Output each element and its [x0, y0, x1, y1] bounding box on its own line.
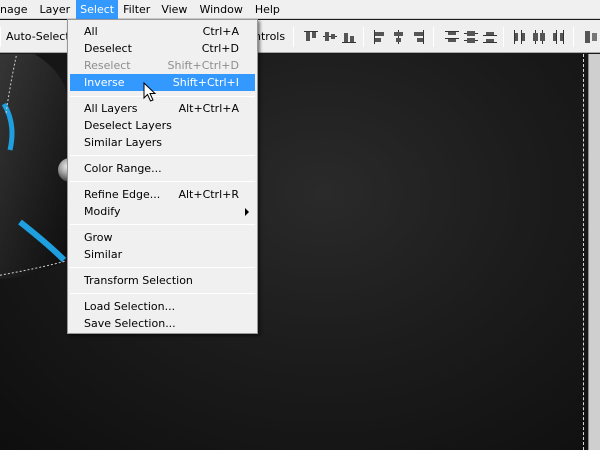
- distribute-right-edges-icon[interactable]: [550, 29, 566, 45]
- options-divider: [503, 27, 504, 47]
- align-left-edges-icon[interactable]: [372, 29, 388, 45]
- menu-item-shortcut: Shift+Ctrl+D: [167, 59, 239, 72]
- menu-item-label: Reselect: [84, 59, 131, 72]
- show-transform-controls-label: ntrols: [254, 30, 286, 43]
- menu-layer[interactable]: Layer: [31, 0, 76, 19]
- menu-window[interactable]: Window: [193, 0, 248, 19]
- mouse-cursor-icon: [143, 82, 157, 102]
- menu-select[interactable]: Select: [76, 0, 119, 19]
- menu-separator: [70, 96, 255, 97]
- menu-item-shortcut: Ctrl+A: [202, 25, 239, 38]
- options-divider: [433, 27, 434, 47]
- menu-separator: [70, 224, 255, 225]
- menu-item-label: Refine Edge...: [84, 188, 161, 201]
- distribute-bottom-edges-icon[interactable]: [482, 29, 498, 45]
- menu-item-all[interactable]: All Ctrl+A: [70, 23, 255, 40]
- selection-marquee: [583, 54, 584, 450]
- menu-item-label: All: [84, 25, 98, 38]
- menu-item-inverse[interactable]: Inverse Shift+Ctrl+I: [70, 74, 255, 91]
- menu-item-transform-selection[interactable]: Transform Selection: [70, 272, 255, 289]
- distribute-horizontal-centers-icon[interactable]: [531, 29, 547, 45]
- menu-item-label: Transform Selection: [84, 274, 193, 287]
- menu-item-shortcut: Alt+Ctrl+R: [178, 188, 239, 201]
- menu-item-all-layers[interactable]: All Layers Alt+Ctrl+A: [70, 100, 255, 117]
- options-divider: [293, 27, 294, 47]
- menu-image[interactable]: nage: [0, 0, 31, 19]
- menu-help[interactable]: Help: [249, 0, 286, 19]
- menu-item-label: Deselect: [84, 42, 132, 55]
- canvas-scrollbar[interactable]: [588, 54, 600, 450]
- menu-item-label: Save Selection...: [84, 317, 176, 330]
- menu-item-grow[interactable]: Grow: [70, 229, 255, 246]
- menu-item-label: Similar Layers: [84, 136, 163, 149]
- select-menu-dropdown: All Ctrl+A Deselect Ctrl+D Reselect Shif…: [67, 19, 258, 334]
- menu-item-deselect[interactable]: Deselect Ctrl+D: [70, 40, 255, 57]
- menu-separator: [70, 155, 255, 156]
- menu-item-similar[interactable]: Similar: [70, 246, 255, 263]
- auto-align-layers-icon[interactable]: [583, 29, 599, 45]
- menu-item-reselect: Reselect Shift+Ctrl+D: [70, 57, 255, 74]
- menu-filter[interactable]: Filter: [118, 0, 156, 19]
- menu-item-label: Modify: [84, 205, 121, 218]
- submenu-arrow-icon: [245, 208, 249, 216]
- align-top-edges-icon[interactable]: [303, 29, 319, 45]
- menu-item-label: All Layers: [84, 102, 138, 115]
- menu-item-load-selection[interactable]: Load Selection...: [70, 298, 255, 315]
- menu-bar: nage Layer Select Filter View Window Hel…: [0, 0, 600, 19]
- menu-item-modify[interactable]: Modify: [70, 203, 255, 220]
- align-right-edges-icon[interactable]: [410, 29, 426, 45]
- menu-item-shortcut: Alt+Ctrl+A: [178, 102, 239, 115]
- menu-item-similar-layers[interactable]: Similar Layers: [70, 134, 255, 151]
- menu-item-label: Similar: [84, 248, 123, 261]
- menu-item-label: Color Range...: [84, 162, 162, 175]
- menu-item-label: Grow: [84, 231, 113, 244]
- menu-item-label: Deselect Layers: [84, 119, 172, 132]
- align-bottom-edges-icon[interactable]: [341, 29, 357, 45]
- menu-item-color-range[interactable]: Color Range...: [70, 160, 255, 177]
- menu-separator: [70, 181, 255, 182]
- options-divider: [363, 27, 364, 47]
- options-divider: [0, 27, 1, 47]
- autoselect-label: Auto-Select:: [6, 30, 74, 43]
- menu-view[interactable]: View: [156, 0, 193, 19]
- distribute-vertical-centers-icon[interactable]: [463, 29, 479, 45]
- options-divider: [573, 27, 574, 47]
- menu-item-shortcut: Ctrl+D: [201, 42, 239, 55]
- menu-item-deselect-layers[interactable]: Deselect Layers: [70, 117, 255, 134]
- menu-item-label: Load Selection...: [84, 300, 176, 313]
- menu-separator: [70, 267, 255, 268]
- menu-item-save-selection[interactable]: Save Selection...: [70, 315, 255, 332]
- menu-item-label: Inverse: [84, 76, 125, 89]
- align-vertical-centers-icon[interactable]: [322, 29, 338, 45]
- align-horizontal-centers-icon[interactable]: [391, 29, 407, 45]
- distribute-left-edges-icon[interactable]: [512, 29, 528, 45]
- distribute-top-edges-icon[interactable]: [444, 29, 460, 45]
- menu-separator: [70, 293, 255, 294]
- menu-item-shortcut: Shift+Ctrl+I: [172, 76, 239, 89]
- menu-item-refine-edge[interactable]: Refine Edge... Alt+Ctrl+R: [70, 186, 255, 203]
